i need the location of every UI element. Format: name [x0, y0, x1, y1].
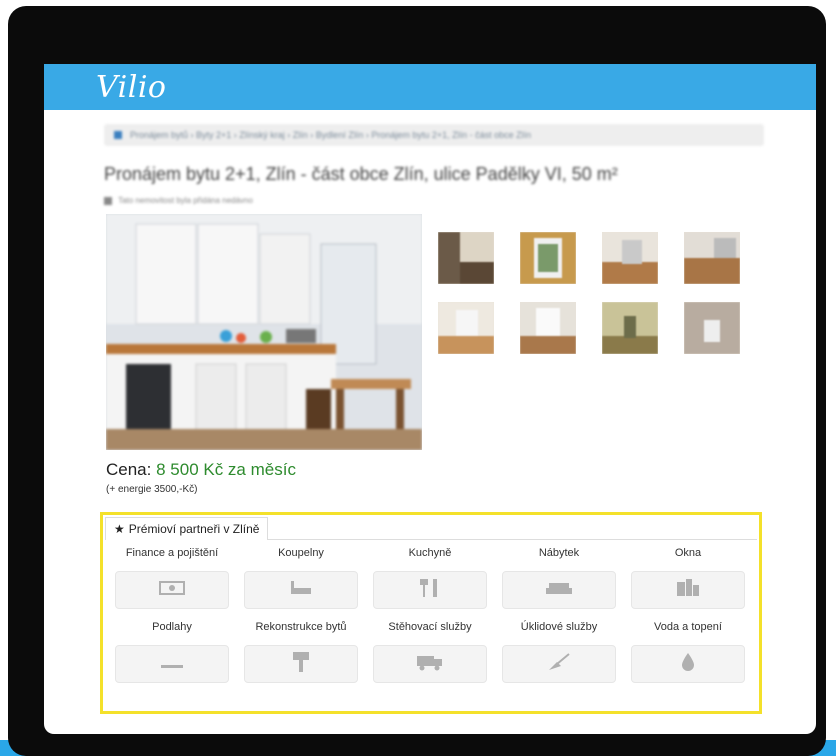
category-button-water-heating[interactable] — [631, 645, 745, 683]
category-label: Koupelny — [278, 547, 324, 559]
photo-thumbnail-1[interactable] — [438, 232, 494, 284]
photo-thumbnail-4[interactable] — [684, 232, 740, 284]
category-bathrooms: Koupelny — [240, 545, 362, 609]
main-photo[interactable] — [106, 214, 422, 450]
price-line: Cena: 8 500 Kč za měsíc — [106, 460, 296, 480]
premium-partners-title: Prémioví partneři v Zlíně — [128, 522, 260, 536]
star-icon: ★ — [114, 522, 125, 536]
site-header: Vilio — [44, 64, 816, 110]
price-label: Cena: — [106, 460, 152, 479]
photo-thumbnail-2[interactable] — [520, 232, 576, 284]
truck-icon — [416, 653, 444, 676]
photo-thumbnail-8[interactable] — [684, 302, 740, 354]
category-water-heating: Voda a topení — [627, 619, 749, 683]
category-label: Okna — [674, 547, 702, 559]
cutlery-icon — [419, 578, 441, 603]
breadcrumb-text[interactable]: Pronájem bytů › Byty 2+1 › Zlínský kraj … — [130, 130, 531, 140]
category-button-windows[interactable] — [631, 571, 745, 609]
price-value: 8 500 Kč za měsíc — [156, 460, 296, 479]
category-button-furniture[interactable] — [502, 571, 616, 609]
premium-partners-panel: ★ Prémioví partneři v Zlíně Finance a po… — [100, 512, 762, 714]
photo-thumbnail-5[interactable] — [438, 302, 494, 354]
category-button-renovation[interactable] — [244, 645, 358, 683]
category-button-bathrooms[interactable] — [244, 571, 358, 609]
browser-screen: Vilio Pronájem bytů › Byty 2+1 › Zlínský… — [44, 64, 816, 734]
category-finance: Finance a pojištění — [111, 545, 233, 609]
money-icon — [159, 580, 185, 601]
bathtub-icon — [288, 579, 314, 602]
photo-thumbnail-3[interactable] — [602, 232, 658, 284]
water-drop-icon — [680, 652, 696, 677]
premium-partners-tab[interactable]: ★ Prémioví partneři v Zlíně — [105, 517, 269, 540]
broom-icon — [547, 652, 571, 677]
window-icon — [676, 578, 700, 603]
photo-thumbnail-6[interactable] — [520, 302, 576, 354]
site-logo[interactable]: Vilio — [96, 70, 166, 105]
category-label: Voda a topení — [654, 621, 722, 633]
category-label: Nábytek — [538, 547, 580, 559]
category-label: Úklidové služby — [520, 621, 598, 633]
listing-subtitle-text: Tato nemovitost byla přidána nedávno — [118, 196, 253, 205]
energy-note: (+ energie 3500,-Kč) — [106, 484, 198, 495]
home-icon[interactable] — [114, 131, 122, 139]
category-renovation: Rekonstrukce bytů — [240, 619, 362, 683]
category-floors: Podlahy — [111, 619, 233, 683]
sofa-icon — [545, 580, 573, 601]
photo-thumbnail-7[interactable] — [602, 302, 658, 354]
partner-category-grid: Finance a pojištění Koupelny Kuchyně Náb… — [111, 545, 751, 683]
category-moving: Stěhovací služby — [369, 619, 491, 683]
category-button-kitchens[interactable] — [373, 571, 487, 609]
floor-icon — [160, 654, 184, 675]
category-button-moving[interactable] — [373, 645, 487, 683]
page-title: Pronájem bytu 2+1, Zlín - část obce Zlín… — [104, 164, 618, 184]
category-furniture: Nábytek — [498, 545, 620, 609]
category-label: Kuchyně — [408, 547, 452, 559]
breadcrumb: Pronájem bytů › Byty 2+1 › Zlínský kraj … — [104, 124, 764, 146]
info-icon — [104, 196, 112, 205]
device-frame: Vilio Pronájem bytů › Byty 2+1 › Zlínský… — [8, 6, 826, 756]
category-label: Stěhovací služby — [388, 621, 472, 633]
category-kitchens: Kuchyně — [369, 545, 491, 609]
listing-subtitle: Tato nemovitost byla přidána nedávno — [104, 196, 253, 205]
category-button-cleaning[interactable] — [502, 645, 616, 683]
category-button-floors[interactable] — [115, 645, 229, 683]
category-windows: Okna — [627, 545, 749, 609]
category-label: Rekonstrukce bytů — [255, 621, 347, 633]
paint-roller-icon — [291, 651, 311, 678]
category-label: Podlahy — [152, 621, 192, 633]
category-cleaning: Úklidové služby — [498, 619, 620, 683]
category-label: Finance a pojištění — [125, 547, 219, 559]
category-button-finance[interactable] — [115, 571, 229, 609]
